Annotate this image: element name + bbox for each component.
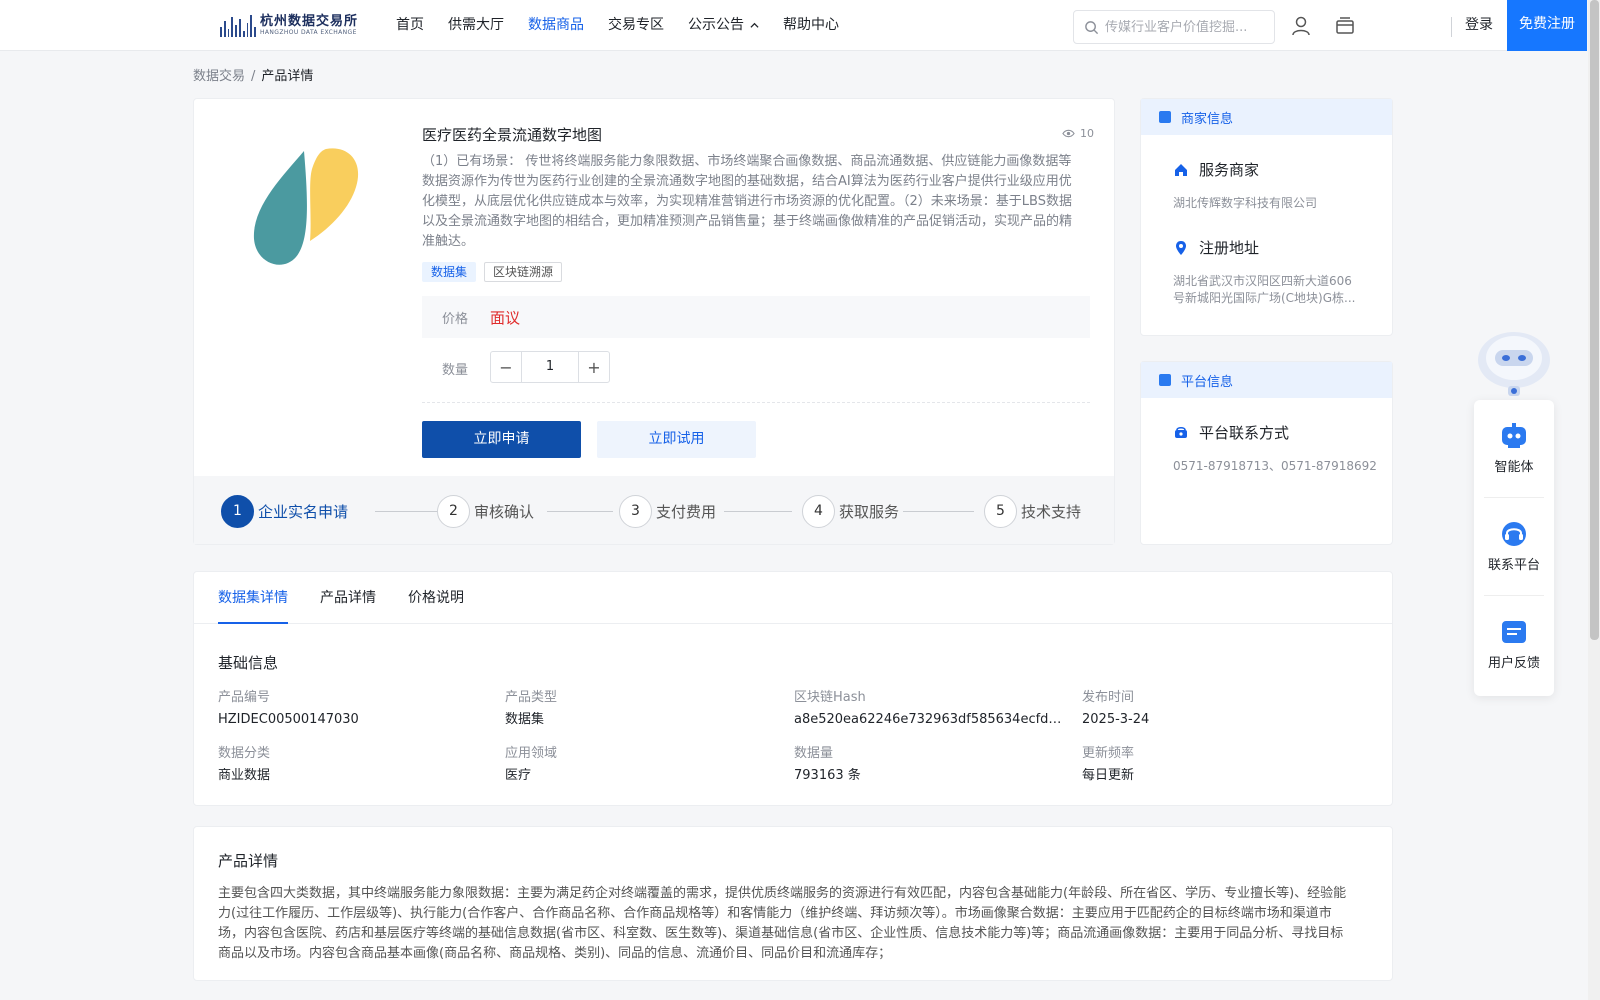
step-3: 3 支付费用 bbox=[619, 494, 716, 528]
field-product-id: 产品编号 HZIDEC00500147030 bbox=[218, 690, 359, 727]
robot-icon bbox=[1502, 423, 1526, 448]
field-publish-date: 发布时间 2025-3-24 bbox=[1082, 690, 1150, 727]
merchant-info-icon bbox=[1159, 111, 1171, 123]
field-update-frequency: 更新频率 每日更新 bbox=[1082, 746, 1135, 783]
search-input[interactable] bbox=[1105, 19, 1265, 35]
search-box[interactable] bbox=[1073, 10, 1275, 44]
product-tags: 数据集 区块链溯源 bbox=[422, 262, 563, 282]
breadcrumb: 数据交易 / 产品详情 bbox=[193, 69, 314, 84]
ai-agent-button[interactable]: 智能体 bbox=[1474, 400, 1554, 497]
quantity-decrement-button[interactable]: − bbox=[491, 352, 521, 382]
nav-data-products[interactable]: 数据商品 bbox=[528, 0, 584, 51]
view-count: 10 bbox=[1062, 127, 1094, 140]
location-pin-icon bbox=[1176, 240, 1186, 255]
logo-name: 杭州数据交易所 bbox=[260, 13, 359, 29]
user-feedback-button[interactable]: 用户反馈 bbox=[1474, 596, 1554, 693]
price-row: 价格 面议 bbox=[422, 296, 1090, 338]
login-button[interactable]: 登录 bbox=[1465, 0, 1493, 51]
basic-info-title: 基础信息 bbox=[218, 654, 279, 672]
field-application-domain: 应用领域 医疗 bbox=[505, 746, 558, 783]
try-now-button[interactable]: 立即试用 bbox=[597, 421, 756, 458]
product-description: （1）已有场景： 传世将终端服务能力象限数据、市场终端聚合画像数据、商品流通数据… bbox=[422, 154, 1073, 249]
logo-subtitle: HANGZHOU DATA EXCHANGE bbox=[260, 28, 357, 36]
field-product-type: 产品类型 数据集 bbox=[505, 690, 558, 727]
quantity-stepper: − 1 + bbox=[490, 351, 610, 383]
merchant-info-header: 商家信息 bbox=[1141, 99, 1392, 135]
apply-now-button[interactable]: 立即申请 bbox=[422, 421, 581, 458]
product-detail-card: 产品详情 主要包含四大类数据，其中终端服务能力象限数据：主要为满足药企对终端覆盖… bbox=[193, 826, 1393, 981]
field-data-category: 数据分类 商业数据 bbox=[218, 746, 271, 783]
registered-address-value: 湖北省武汉市汉阳区四新大道606号新城阳光国际广场(C地块)G栋... bbox=[1173, 274, 1356, 305]
price-label: 价格 bbox=[442, 311, 469, 327]
platform-info-card: 平台信息 平台联系方式 0571-87918713、0571-87918692 bbox=[1140, 361, 1393, 545]
step-connector bbox=[547, 511, 613, 512]
process-steps: 1 企业实名申请 2 审核确认 3 支付费用 4 获取服务 5 技术支持 bbox=[194, 476, 1114, 544]
field-blockchain-hash: 区块链Hash a8e520ea62246e732963df585634ecfd… bbox=[794, 690, 1064, 727]
step-5: 5 技术支持 bbox=[984, 494, 1081, 528]
home-icon bbox=[1175, 163, 1187, 176]
tag-dataset: 数据集 bbox=[422, 262, 477, 282]
step-4: 4 获取服务 bbox=[802, 494, 899, 528]
contact-platform-button[interactable]: 联系平台 bbox=[1474, 498, 1554, 595]
breadcrumb-current: 产品详情 bbox=[261, 69, 314, 84]
dataset-details-card: 数据集详情 产品详情 价格说明 基础信息 产品编号 HZIDEC00500147… bbox=[193, 571, 1393, 806]
step-1: 1 企业实名申请 bbox=[221, 494, 348, 528]
price-value: 面议 bbox=[490, 308, 521, 327]
chevron-up-icon bbox=[750, 22, 759, 28]
registered-address-row: 注册地址 bbox=[1173, 237, 1259, 258]
service-merchant-row: 服务商家 bbox=[1173, 159, 1259, 180]
main-nav: 首页 供需大厅 数据商品 交易专区 公示公告 帮助中心 bbox=[396, 0, 863, 51]
user-icon[interactable] bbox=[1290, 15, 1312, 37]
platform-contact-row: 平台联系方式 bbox=[1173, 422, 1289, 443]
floating-service-panel: 智能体 联系平台 用户反馈 bbox=[1474, 400, 1554, 696]
scrollbar-thumb[interactable] bbox=[1590, 0, 1599, 640]
platform-info-header: 平台信息 bbox=[1141, 362, 1392, 398]
quantity-row: 数量 − 1 + bbox=[422, 351, 1090, 403]
service-merchant-value: 湖北传辉数字科技有限公司 bbox=[1173, 196, 1318, 210]
nav-supply-demand[interactable]: 供需大厅 bbox=[448, 0, 504, 51]
quantity-label: 数量 bbox=[442, 363, 469, 378]
tab-dataset-details[interactable]: 数据集详情 bbox=[218, 572, 288, 624]
phone-icon bbox=[1175, 426, 1187, 438]
step-connector bbox=[375, 511, 439, 512]
step-connector bbox=[903, 511, 974, 512]
quantity-increment-button[interactable]: + bbox=[579, 352, 609, 382]
nav-announcements[interactable]: 公示公告 bbox=[688, 0, 759, 51]
header-divider bbox=[1451, 17, 1452, 37]
top-header: 杭州数据交易所 HANGZHOU DATA EXCHANGE 首页 供需大厅 数… bbox=[0, 0, 1587, 51]
breadcrumb-parent[interactable]: 数据交易 bbox=[193, 69, 245, 84]
tag-blockchain-trace: 区块链溯源 bbox=[484, 262, 563, 282]
product-detail-text: 主要包含四大类数据，其中终端服务能力象限数据：主要为满足药企对终端覆盖的需求，提… bbox=[218, 886, 1347, 961]
product-title: 医疗医药全景流通数字地图 bbox=[422, 126, 603, 144]
platform-contact-value: 0571-87918713、0571-87918692 bbox=[1173, 459, 1377, 473]
platform-info-icon bbox=[1159, 374, 1171, 386]
field-data-volume: 数据量 793163 条 bbox=[794, 746, 861, 783]
nav-trading-zone[interactable]: 交易专区 bbox=[608, 0, 664, 51]
product-detail-title: 产品详情 bbox=[218, 852, 279, 870]
robot-mascot-icon[interactable] bbox=[1475, 326, 1553, 400]
detail-tabs: 数据集详情 产品详情 价格说明 bbox=[194, 572, 1392, 624]
nav-help-center[interactable]: 帮助中心 bbox=[783, 0, 839, 51]
eye-icon bbox=[1062, 129, 1075, 138]
step-2: 2 审核确认 bbox=[437, 494, 534, 528]
product-card: 医疗医药全景流通数字地图 10 （1）已有场景： 传世将终端服务能力象限数据、市… bbox=[193, 98, 1115, 545]
tab-price-description[interactable]: 价格说明 bbox=[408, 572, 464, 624]
nav-home[interactable]: 首页 bbox=[396, 0, 424, 51]
quantity-input[interactable]: 1 bbox=[521, 352, 579, 382]
headset-icon bbox=[1502, 522, 1526, 546]
site-logo[interactable]: 杭州数据交易所 HANGZHOU DATA EXCHANGE bbox=[220, 11, 360, 39]
logo-mark-icon bbox=[220, 13, 256, 37]
merchant-info-card: 商家信息 服务商家 湖北传辉数字科技有限公司 注册地址 湖北省武汉市汉阳区四新大… bbox=[1140, 98, 1393, 336]
tab-product-details[interactable]: 产品详情 bbox=[320, 572, 376, 624]
product-logo-image bbox=[253, 148, 359, 265]
search-icon bbox=[1085, 20, 1099, 34]
step-connector bbox=[724, 511, 792, 512]
register-button[interactable]: 免费注册 bbox=[1507, 0, 1587, 51]
store-icon[interactable] bbox=[1334, 15, 1356, 37]
feedback-icon bbox=[1502, 621, 1526, 643]
